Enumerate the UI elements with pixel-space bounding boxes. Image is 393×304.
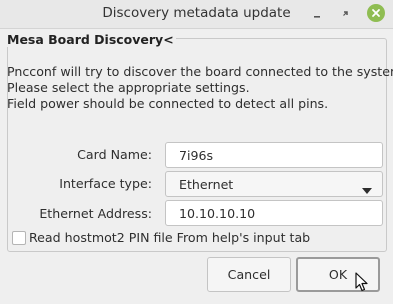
window-title: Discovery metadata update (102, 5, 291, 21)
description-line: Pncconf will try to discover the board c… (7, 64, 393, 79)
interface-type-dropdown[interactable]: Ethernet (165, 171, 383, 197)
ethernet-address-label: Ethernet Address: (39, 206, 152, 221)
read-pin-file-checkbox[interactable] (12, 231, 26, 245)
maximize-icon[interactable] (337, 6, 353, 22)
dropdown-arrow-icon (362, 182, 372, 197)
cancel-button[interactable]: Cancel (207, 257, 291, 292)
mouse-pointer-icon (355, 272, 369, 296)
description-line: Field power should be connected to detec… (7, 96, 329, 111)
interface-type-value: Ethernet (179, 177, 234, 192)
ethernet-address-field[interactable]: 10.10.10.10 (165, 200, 383, 226)
card-name-label: Card Name: (77, 147, 152, 162)
card-name-field[interactable]: 7i96s (165, 142, 383, 168)
minimize-icon[interactable] (309, 6, 325, 22)
description-text: Pncconf will try to discover the board c… (7, 64, 393, 112)
close-icon[interactable] (367, 4, 385, 22)
window-titlebar: Discovery metadata update (0, 0, 393, 29)
read-pin-file-label: Read hostmot2 PIN file From help's input… (29, 230, 311, 245)
frame-title: Mesa Board Discovery< (7, 32, 176, 47)
interface-type-label: Interface type: (59, 176, 152, 191)
description-line: Please select the appropriate settings. (7, 80, 250, 95)
